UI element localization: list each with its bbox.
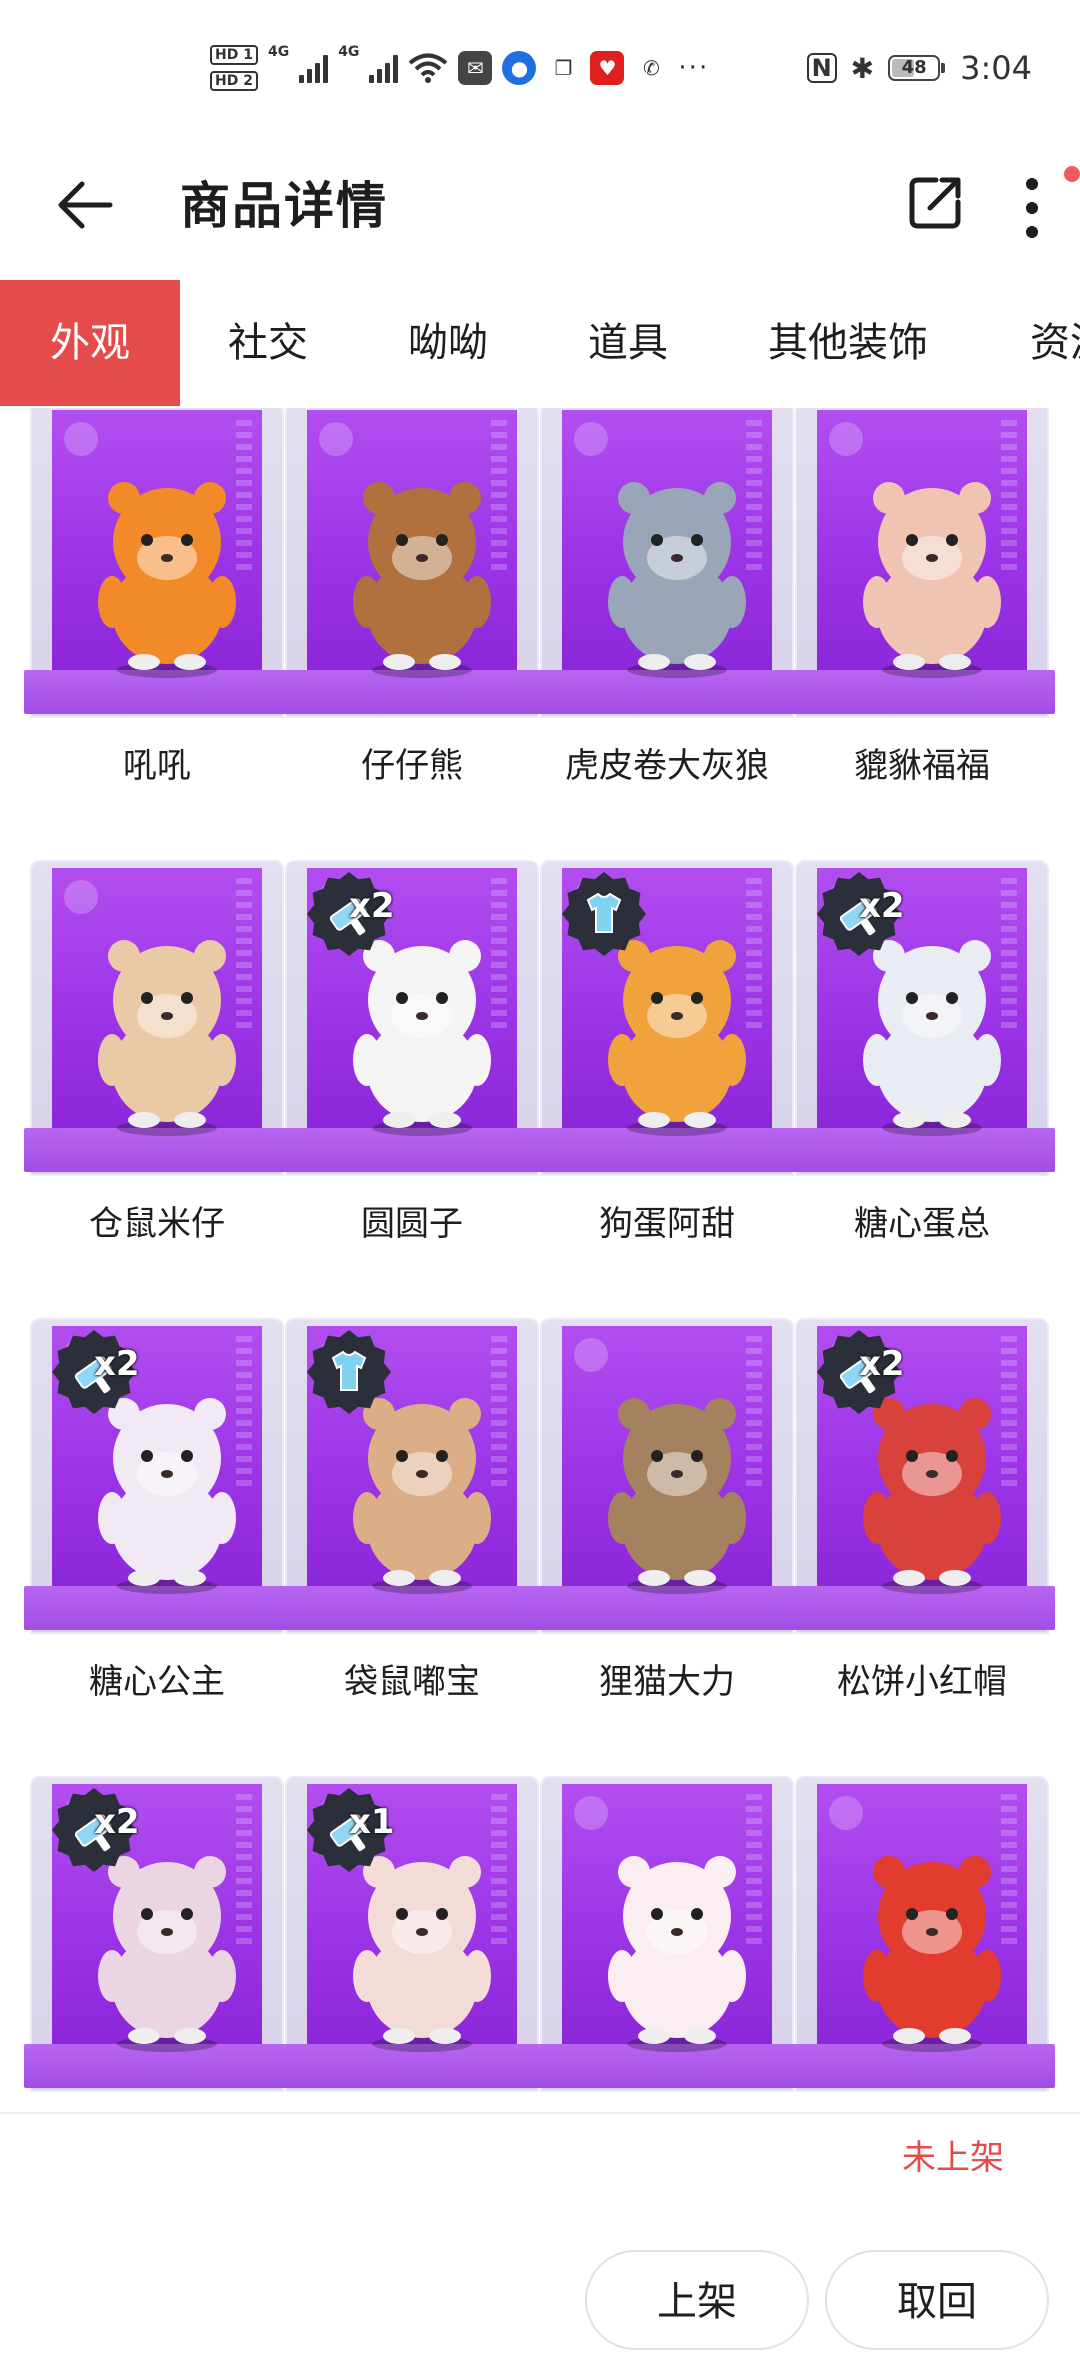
shirt-badge-icon — [307, 1330, 391, 1414]
display-box: x2 — [279, 860, 545, 1176]
more-dots-icon: ··· — [678, 53, 710, 83]
tab-other-decor[interactable]: 其他装饰 — [768, 280, 928, 406]
character-figure — [98, 940, 236, 1136]
category-tabs: 外观 社交 呦呦 道具 其他装饰 资源 — [0, 280, 1080, 406]
hd-indicators: HD 1 HD 2 — [210, 45, 258, 91]
character-figure — [608, 1856, 746, 2052]
display-box — [279, 408, 545, 718]
display-box — [534, 1776, 800, 2092]
item-name: 仓鼠米仔 — [89, 1204, 225, 1244]
item-name: 袋鼠嘟宝 — [344, 1662, 480, 1702]
network-type-1: 4G — [267, 44, 290, 60]
divider — [0, 2112, 1080, 2114]
item-name: 狗蛋阿甜 — [599, 1204, 735, 1244]
back-arrow-icon[interactable] — [52, 170, 122, 240]
character-figure — [353, 482, 491, 678]
display-box: x2 — [789, 1318, 1055, 1634]
character-figure — [863, 482, 1001, 678]
item-name: 貔貅福福 — [854, 746, 990, 786]
item-name: 圆圆子 — [361, 1204, 463, 1244]
display-box: x2 — [24, 1776, 290, 2092]
display-box: x1 — [279, 1776, 545, 2092]
status-left: HD 1 HD 2 4G 4G ✉ ● ❐ ♥ ✆ ··· — [210, 38, 709, 98]
hd1-badge: HD 1 — [210, 45, 258, 65]
tab-youyou[interactable]: 呦呦 — [408, 280, 488, 406]
character-figure — [863, 1856, 1001, 2052]
badge-count: x2 — [859, 886, 905, 926]
bluetooth-icon: ✱ — [850, 51, 875, 85]
badge-count: x2 — [94, 1344, 140, 1384]
withdraw-button[interactable]: 取回 — [825, 2250, 1049, 2350]
wechat-icon: ✆ — [643, 56, 660, 80]
item-grid: 吼吼 仔仔熊 虎皮卷大灰狼 貔貅福福仓鼠米仔 x2 圆圆子 狗蛋阿甜 x2 糖心蛋总 x2 糖心公主… — [0, 408, 1080, 2112]
battery-level: 48 — [901, 57, 927, 78]
network-type-2: 4G — [338, 44, 360, 60]
display-box — [534, 860, 800, 1176]
item-name: 狸猫大力 — [599, 1662, 735, 1702]
item-name: 糖心蛋总 — [854, 1204, 990, 1244]
item-name: 吼吼 — [123, 746, 191, 786]
tab-resources[interactable]: 资源 — [1030, 280, 1080, 406]
display-box: x2 — [789, 860, 1055, 1176]
tab-social[interactable]: 社交 — [228, 280, 308, 406]
wifi-icon — [409, 53, 448, 83]
signal-icon — [299, 53, 329, 83]
nfc-icon: N — [806, 53, 837, 83]
tab-props[interactable]: 道具 — [588, 280, 668, 406]
copy-icon: ❐ — [554, 56, 573, 80]
status-bar: HD 1 HD 2 4G 4G ✉ ● ❐ ♥ ✆ ··· N ✱ 48 3:0… — [0, 0, 1080, 140]
list-button[interactable]: 上架 — [585, 2250, 809, 2350]
badge-count: x1 — [349, 1802, 395, 1842]
display-box — [534, 408, 800, 718]
signal-icon — [369, 53, 399, 83]
item-name: 虎皮卷大灰狼 — [565, 746, 769, 786]
character-figure — [608, 1398, 746, 1594]
character-figure — [98, 482, 236, 678]
more-vertical-icon[interactable] — [1010, 168, 1060, 248]
character-figure — [608, 482, 746, 678]
shirt-badge-icon — [562, 872, 646, 956]
display-box — [24, 408, 290, 718]
badge-count: x2 — [349, 886, 395, 926]
share-icon[interactable] — [900, 168, 970, 238]
item-name: 糖心公主 — [89, 1662, 225, 1702]
item-name: 松饼小红帽 — [837, 1662, 1007, 1702]
notification-dot — [1064, 166, 1080, 182]
heart-app-icon: ♥ — [590, 51, 625, 85]
bulb-icon: ● — [502, 51, 537, 85]
app-header: 商品详情 — [0, 140, 1080, 280]
display-box: x2 — [24, 1318, 290, 1634]
hd2-badge: HD 2 — [210, 71, 258, 91]
listing-status: 未上架 — [902, 2138, 1004, 2178]
clock: 3:04 — [960, 49, 1032, 87]
display-box — [279, 1318, 545, 1634]
display-box — [534, 1318, 800, 1634]
status-right: N ✱ 48 3:04 — [806, 40, 1032, 96]
item-name: 仔仔熊 — [361, 746, 463, 786]
tab-appearance[interactable]: 外观 — [0, 280, 180, 406]
display-box — [24, 860, 290, 1176]
display-box — [789, 408, 1055, 718]
page-title: 商品详情 — [180, 177, 388, 235]
mail-icon: ✉ — [458, 51, 493, 85]
badge-count: x2 — [94, 1802, 140, 1842]
display-box — [789, 1776, 1055, 2092]
battery-icon: 48 — [888, 55, 946, 81]
badge-count: x2 — [859, 1344, 905, 1384]
